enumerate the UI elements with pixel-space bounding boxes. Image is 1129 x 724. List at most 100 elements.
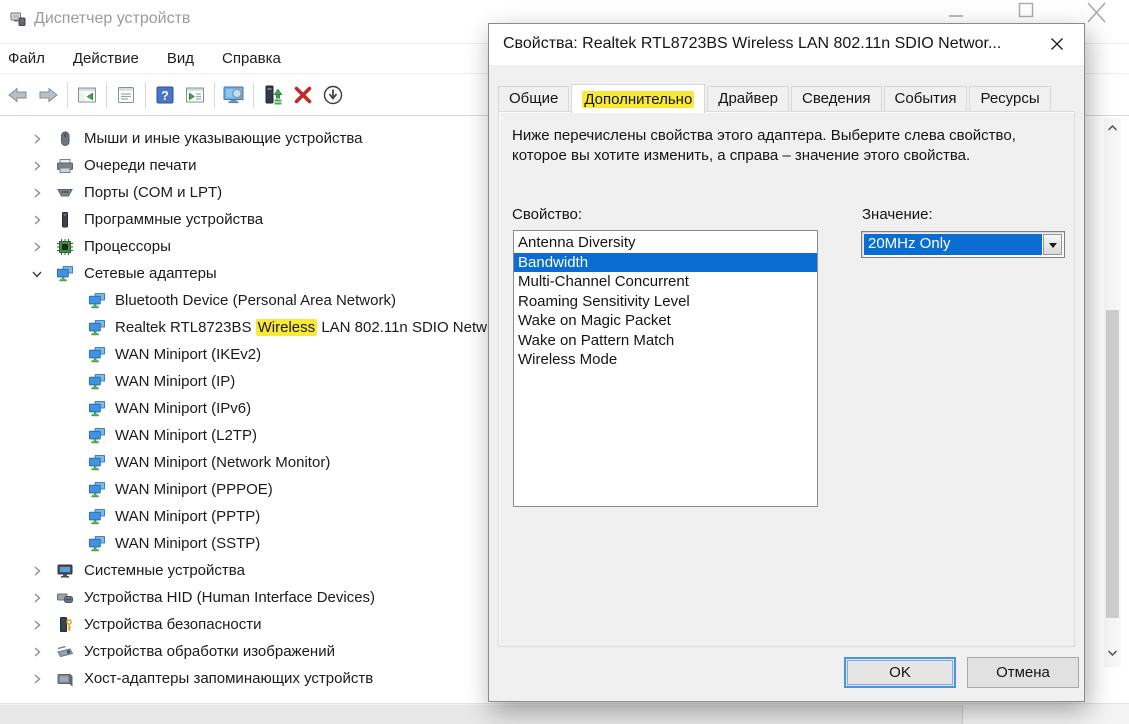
chevron-right-icon[interactable] (30, 564, 43, 577)
imaging-device-icon (56, 643, 74, 661)
tree-item-label: Bluetooth Device (Personal Area Network) (115, 292, 396, 309)
port-icon (56, 184, 74, 202)
tree-item-label: WAN Miniport (PPTP) (115, 508, 260, 525)
tab-label: Драйвер (718, 90, 778, 107)
toolbar-show-console-tree-button[interactable] (72, 80, 102, 110)
tab-general[interactable]: Общие (498, 86, 569, 111)
tree-item-label: WAN Miniport (PPPOE) (115, 481, 273, 498)
forward-icon (37, 84, 59, 106)
tree-item-label: WAN Miniport (L2TP) (115, 427, 257, 444)
chevron-right-icon[interactable] (30, 672, 43, 685)
software-device-icon (56, 211, 74, 229)
value-combobox[interactable]: 20MHz Only (861, 231, 1065, 258)
vertical-scrollbar[interactable] (1104, 118, 1121, 667)
property-list-item[interactable]: Antenna Diversity (514, 233, 817, 253)
help-icon: ? (154, 84, 176, 106)
property-list-item[interactable]: Multi-Channel Concurrent (514, 272, 817, 292)
combobox-dropdown-button[interactable] (1043, 234, 1062, 255)
toolbar-properties-button[interactable] (111, 80, 141, 110)
property-label: Свойство: (512, 206, 582, 223)
property-list-item[interactable]: Roaming Sensitivity Level (514, 292, 817, 312)
tree-item-label: Программные устройства (84, 211, 263, 228)
chevron-right-icon[interactable] (30, 213, 43, 226)
tree-item-label: Мыши и иные указывающие устройства (84, 130, 362, 147)
scroll-up-icon[interactable] (1106, 121, 1119, 139)
mouse-icon (56, 130, 74, 148)
dialog-titlebar: Свойства: Realtek RTL8723BS Wireless LAN… (489, 24, 1084, 65)
chevron-down-icon[interactable] (30, 267, 43, 280)
tree-label-highlight: Wireless (256, 319, 318, 336)
window-title: Диспетчер устройств (34, 10, 190, 28)
toolbar-uninstall-button[interactable] (288, 80, 318, 110)
tab-resources[interactable]: Ресурсы (969, 86, 1050, 111)
security-device-icon (56, 616, 74, 634)
toolbar-update-driver-button[interactable] (258, 80, 288, 110)
description-text: Ниже перечислены свойства этого адаптера… (512, 126, 1036, 166)
chevron-right-icon[interactable] (30, 159, 43, 172)
menu-file[interactable]: Файл (0, 45, 59, 73)
tree-item-label: Системные устройства (84, 562, 245, 579)
tree-item-label: WAN Miniport (Network Monitor) (115, 454, 330, 471)
network-adapter-icon (88, 400, 106, 418)
cancel-button[interactable]: Отмена (967, 657, 1079, 688)
tree-item-label: Очереди печати (84, 157, 197, 174)
tab-driver[interactable]: Драйвер (707, 86, 789, 111)
toolbar-forward-button[interactable] (33, 80, 63, 110)
scrollbar-thumb[interactable] (1106, 310, 1119, 618)
network-adapter-icon (88, 454, 106, 472)
menu-action[interactable]: Действие (59, 45, 153, 73)
network-adapter-icon (88, 535, 106, 553)
tree-item-label: Устройства безопасности (84, 616, 261, 633)
scroll-down-icon[interactable] (1106, 646, 1119, 664)
tab-label: События (895, 90, 957, 107)
menu-view[interactable]: Вид (153, 45, 208, 73)
tree-item-label: Процессоры (84, 238, 171, 255)
chevron-right-icon[interactable] (30, 618, 43, 631)
ok-button[interactable]: OK (844, 657, 956, 688)
property-list-item[interactable]: Bandwidth (514, 253, 817, 273)
property-listbox: Antenna DiversityBandwidthMulti-Channel … (513, 230, 818, 507)
menu-help[interactable]: Справка (208, 45, 295, 73)
tab-advanced[interactable]: Дополнительно (571, 84, 705, 113)
properties-dialog: Свойства: Realtek RTL8723BS Wireless LAN… (488, 23, 1085, 702)
system-device-icon (56, 562, 74, 580)
dialog-close-icon[interactable] (1050, 37, 1064, 51)
toolbar-separator (145, 82, 146, 108)
chevron-right-icon[interactable] (30, 240, 43, 253)
chevron-right-icon[interactable] (30, 645, 43, 658)
tree-item-label: WAN Miniport (IPv6) (115, 400, 251, 417)
toolbar-back-button[interactable] (3, 80, 33, 110)
toolbar-separator (106, 82, 107, 108)
toolbar-export-list-button[interactable] (180, 80, 210, 110)
tab-label: Дополнительно (582, 91, 694, 108)
tab-details[interactable]: Сведения (791, 86, 882, 111)
property-list-item[interactable]: Wireless Mode (514, 350, 817, 370)
dialog-title: Свойства: Realtek RTL8723BS Wireless LAN… (503, 35, 1001, 53)
scrollbar-thumb-horizontal[interactable] (0, 705, 963, 724)
svg-text:?: ? (161, 89, 169, 103)
toolbar-separator (253, 82, 254, 108)
chevron-right-icon[interactable] (30, 591, 43, 604)
chevron-right-icon[interactable] (30, 186, 43, 199)
tree-item-label: WAN Miniport (SSTP) (115, 535, 260, 552)
horizontal-scrollbar[interactable] (0, 703, 1129, 724)
processor-icon (56, 238, 74, 256)
property-list-item[interactable]: Wake on Magic Packet (514, 311, 817, 331)
combobox-value: 20MHz Only (864, 234, 1042, 255)
back-icon (7, 84, 29, 106)
toolbar-scan-hardware-button[interactable] (219, 80, 249, 110)
chevron-down-icon (1048, 236, 1058, 254)
scan-hardware-icon (222, 84, 247, 106)
toolbar-separator (67, 82, 68, 108)
show-console-tree-icon (76, 84, 98, 106)
tab-events[interactable]: События (884, 86, 968, 111)
tab-label: Общие (509, 90, 558, 107)
tree-item-label: WAN Miniport (IP) (115, 373, 235, 390)
property-list-item[interactable]: Wake on Pattern Match (514, 331, 817, 351)
toolbar-help-button[interactable]: ? (150, 80, 180, 110)
toolbar-disable-button[interactable] (318, 80, 348, 110)
tab-label: Сведения (802, 90, 871, 107)
tree-item-label: Устройства HID (Human Interface Devices) (84, 589, 375, 606)
chevron-right-icon[interactable] (30, 132, 43, 145)
network-adapter-icon (88, 373, 106, 391)
